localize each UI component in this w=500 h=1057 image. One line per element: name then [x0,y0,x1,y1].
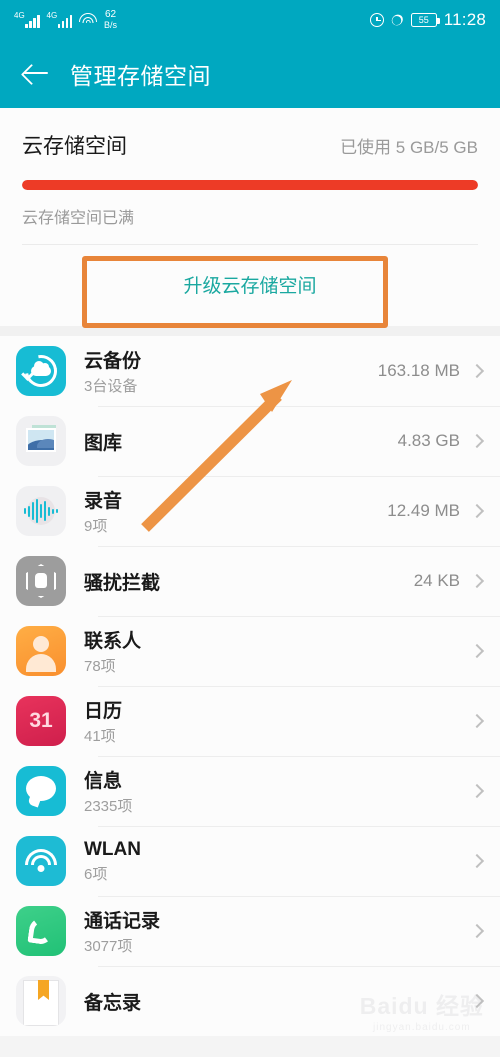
quota-header: 云存储空间 已使用 5 GB/5 GB [22,130,478,160]
call-log-icon [16,906,66,956]
list-item[interactable]: 联系人 78项 [0,616,500,686]
signal-icon: 4G [14,10,40,28]
list-item[interactable]: 录音 9项 12.49 MB [0,476,500,546]
list-item[interactable]: 信息 2335项 [0,756,500,826]
network-speed-indicator: 62 B/s [104,9,118,31]
list-item-name: 备忘录 [84,992,142,1014]
list-item-name: 联系人 [84,631,142,652]
chevron-right-icon [469,503,485,519]
list-item-sub: 6项 [84,865,108,883]
phone-screen: 4G 4G 62 B/s 🔿 55 11:28 管理存储空间 云存储空间 已使用… [0,0,500,1057]
upgrade-storage-button[interactable]: 升级云存储空间 [0,245,500,326]
list-item-labels: WLAN 6项 [84,839,460,884]
block-icon [16,556,66,606]
wlan-icon [16,836,66,886]
storage-full-note: 云存储空间已满 [22,210,135,227]
chevron-right-icon [469,363,485,379]
wifi-icon [79,13,97,27]
list-item-sub: 3077项 [84,938,133,955]
quota-title: 云存储空间 [22,135,127,158]
list-item-name: 云备份 [84,351,142,372]
network-speed-unit: B/s [104,20,118,30]
list-item-sub: 41项 [84,728,116,745]
list-item-name: 骚扰拦截 [84,572,161,594]
list-item-labels: 日历 41项 [84,696,460,746]
notes-icon [16,976,66,1026]
list-item-name: 录音 [84,491,123,512]
chevron-right-icon [469,713,485,729]
signal-icon-2: 4G [46,10,72,28]
chevron-right-icon [469,853,485,869]
list-item-name: 通话记录 [84,911,161,932]
chevron-right-icon [469,993,485,1009]
cloud-storage-card: 云存储空间 已使用 5 GB/5 GB 云存储空间已满 升级云存储空间 [0,108,500,326]
list-item-value: 24 KB [413,571,460,590]
quota-section: 云存储空间 已使用 5 GB/5 GB 云存储空间已满 [0,108,500,244]
list-item-sub: 78项 [84,658,116,675]
status-bar-right: 🔿 55 11:28 [370,10,486,30]
list-item[interactable]: 通话记录 3077项 [0,896,500,966]
app-bar: 管理存储空间 [0,40,500,108]
storage-progress-bar [22,180,478,190]
list-item-labels: 通话记录 3077项 [84,906,460,956]
chevron-right-icon [469,783,485,799]
list-item-labels: 骚扰拦截 [84,568,414,595]
list-item[interactable]: 骚扰拦截 24 KB [0,546,500,616]
list-item[interactable]: WLAN 6项 [0,826,500,896]
clock-label: 11:28 [443,10,486,29]
list-item-labels: 备忘录 [84,988,460,1015]
cloud-backup-icon [16,346,66,396]
list-item-value: 163.18 MB [377,361,460,380]
list-item-name: 信息 [84,771,123,792]
list-item-labels: 录音 9项 [84,486,387,536]
quota-used-label: 已使用 5 GB/5 GB [340,138,478,157]
list-item[interactable]: 云备份 3台设备 163.18 MB [0,336,500,406]
storage-progress-fill [22,180,478,190]
signal-network-label-2: 4G [46,10,58,20]
list-item-sub: 3台设备 [84,378,138,395]
messages-icon [16,766,66,816]
list-item[interactable]: 备忘录 [0,966,500,1036]
list-item-name: 日历 [84,701,123,722]
list-item-labels: 云备份 3台设备 [84,346,378,396]
signal-network-label: 4G [14,10,25,20]
list-item-sub: 9项 [84,518,108,535]
chevron-right-icon [469,923,485,939]
gallery-icon [16,416,66,466]
chevron-right-icon [469,573,485,589]
list-item-labels: 信息 2335项 [84,766,460,816]
battery-icon: 55 [410,13,440,27]
list-item-labels: 图库 [84,428,398,455]
battery-percent-label: 55 [418,15,429,25]
contacts-icon [16,626,66,676]
alarm-icon [370,13,385,27]
list-item-name: 图库 [84,432,123,454]
list-item[interactable]: 31 日历 41项 [0,686,500,756]
list-item-sub: 2335项 [84,798,133,815]
status-bar: 4G 4G 62 B/s 🔿 55 11:28 [0,0,500,40]
chevron-right-icon [469,433,485,449]
list-item-value: 4.83 GB [397,431,460,450]
back-arrow-icon[interactable] [20,57,54,91]
list-item-name: WLAN [84,838,141,860]
section-gap [0,326,500,336]
calendar-icon: 31 [16,696,66,746]
list-item-value: 12.49 MB [387,501,460,520]
bluetooth-icon: 🔿 [391,12,404,28]
list-item[interactable]: 图库 4.83 GB [0,406,500,476]
page-title: 管理存储空间 [70,63,211,89]
list-item-labels: 联系人 78项 [84,626,460,676]
chevron-right-icon [469,643,485,659]
recorder-icon [16,486,66,536]
storage-category-list: 云备份 3台设备 163.18 MB 图库 4.83 GB 录音 9项 12.4… [0,336,500,1036]
status-bar-left: 4G 4G 62 B/s [14,9,118,31]
network-speed-value: 62 [104,9,117,20]
